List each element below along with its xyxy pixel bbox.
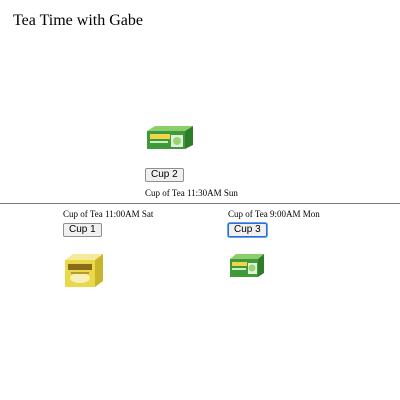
cup-3-caption: Cup of Tea 9:00AM Mon <box>228 209 320 219</box>
cup-1-button[interactable]: Cup 1 <box>63 223 102 237</box>
cup-2-button[interactable]: Cup 2 <box>145 168 184 182</box>
cup-2-caption: Cup of Tea 11:30AM Sun <box>145 188 238 198</box>
cup-1-caption: Cup of Tea 11:00AM Sat <box>63 209 154 219</box>
green-tea-box-icon <box>145 124 195 150</box>
section-divider <box>0 203 400 204</box>
cup-3-button[interactable]: Cup 3 <box>228 223 267 237</box>
page-title: Tea Time with Gabe <box>13 12 143 29</box>
yellow-tea-box-icon <box>63 252 105 288</box>
green-tea-box-icon <box>228 252 266 278</box>
